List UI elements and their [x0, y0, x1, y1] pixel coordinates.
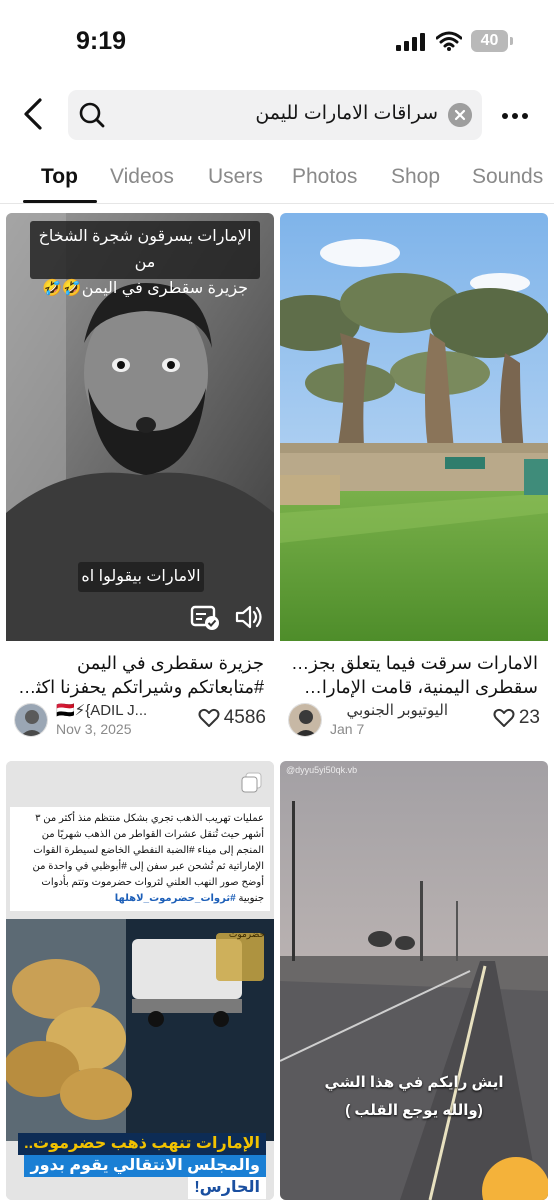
video-watermark: @dyyu5yi50qk.vb [286, 765, 358, 775]
overlay-line-1: ايش رايكم في هذا الشي [324, 1074, 504, 1091]
result-card-3[interactable]: عمليات تهريب الذهب تجري بشكل منتظم منذ أ… [6, 761, 274, 1200]
search-icon [79, 102, 105, 128]
volume-icon[interactable] [234, 603, 264, 631]
caption-line: سقطرى اليمنية، قامت الإمارات ال... [290, 677, 538, 697]
tab-shop[interactable]: Shop [391, 165, 440, 189]
status-time: 9:19 [76, 27, 127, 55]
olive-trees-image [280, 213, 548, 641]
heart-icon [198, 708, 220, 727]
video-thumbnail-4[interactable]: @dyyu5yi50qk.vb ايش رايكم في هذا الشي (و… [280, 761, 548, 1200]
result-card-1[interactable]: الإمارات يسرقون شجرة الشخاخ من جزيرة سقط… [6, 213, 274, 755]
gold-trucks-photo [6, 919, 274, 1141]
desert-road-image [280, 761, 548, 1200]
clear-search-icon[interactable] [448, 103, 472, 127]
author-avatar[interactable] [288, 703, 322, 737]
overlay-title-line-2: جزيرة سقطرى في اليمن🤣🤣 [41, 280, 249, 297]
result-caption-2[interactable]: الامارات سرقت فيما يتعلق بجزيرة سقطرى ال… [290, 651, 538, 699]
tab-photos[interactable]: Photos [292, 165, 357, 189]
video-subtitle-overlay: الامارات بيقولوا اه [78, 562, 204, 592]
caption-toggle-icon[interactable] [190, 605, 220, 631]
search-tabs: Top Videos Users Photos Shop Sounds [0, 150, 554, 204]
caption-line: #متابعاتكم وشيراتكم يحفزنا اكثر... [16, 677, 264, 697]
search-field[interactable]: سراقات الامارات لليمن [68, 90, 482, 140]
more-options-icon[interactable] [500, 104, 530, 128]
tab-users[interactable]: Users [208, 165, 263, 189]
tab-videos[interactable]: Videos [110, 165, 174, 189]
active-tab-indicator [23, 200, 97, 203]
status-bar: 9:19 40 [0, 0, 554, 84]
caption-line: جزيرة سقطرى في اليمن [76, 653, 264, 673]
like-count-value: 23 [518, 707, 540, 728]
video-title-overlay: الإمارات يسرقون شجرة الشخاخ من جزيرة سقط… [30, 221, 260, 297]
video-text-overlay: ايش رايكم في هذا الشي (والله يوجع القلب … [280, 1069, 548, 1125]
heart-icon [493, 708, 515, 727]
overlay-line-2: (والله يوجع القلب ) [345, 1102, 483, 1119]
banner-line-1: الإمارات تنهب ذهب حضرموت.. [18, 1133, 266, 1155]
post-date: Nov 3, 2025 [56, 721, 132, 737]
cellular-signal-icon [396, 33, 425, 51]
like-count[interactable]: 4586 [198, 707, 266, 729]
video-thumbnail-1[interactable]: الإمارات يسرقون شجرة الشخاخ من جزيرة سقط… [6, 213, 274, 641]
like-count[interactable]: 23 [493, 707, 540, 729]
post-date: Jan 7 [330, 721, 365, 737]
overlay-title-line-1: الإمارات يسرقون شجرة الشخاخ من [38, 228, 252, 271]
result-meta-1: 🇾🇪⚡{ADIL J... Nov 3, 2025 4586 [14, 701, 266, 741]
search-query-text[interactable]: سراقات الامارات لليمن [112, 102, 438, 125]
photo-post-thumbnail-3[interactable]: عمليات تهريب الذهب تجري بشكل منتظم منذ أ… [6, 761, 274, 1200]
result-card-2[interactable]: الامارات سرقت فيما يتعلق بجزيرة سقطرى ال… [280, 213, 548, 755]
photo-carousel-icon [241, 772, 262, 793]
battery-indicator: 40 [471, 30, 508, 52]
video-thumbnail-2[interactable] [280, 213, 548, 641]
author-name[interactable]: 🇾🇪⚡{ADIL J... [56, 701, 184, 719]
battery-tip [510, 37, 513, 45]
article-text: عمليات تهريب الذهب تجري بشكل منتظم منذ أ… [32, 813, 264, 904]
article-hashtag: #ثروات_حضرموت_لاهلها [114, 893, 236, 904]
channel-logo: حضرموت [228, 929, 266, 939]
tab-top[interactable]: Top [41, 165, 78, 189]
back-arrow-icon[interactable] [18, 96, 48, 132]
tab-sounds[interactable]: Sounds [472, 165, 543, 189]
author-name[interactable]: اليوتيوبر الجنوبي [330, 701, 448, 719]
author-avatar[interactable] [14, 703, 48, 737]
result-card-4[interactable]: @dyyu5yi50qk.vb ايش رايكم في هذا الشي (و… [280, 761, 548, 1200]
article-text-block: عمليات تهريب الذهب تجري بشكل منتظم منذ أ… [10, 807, 270, 911]
banner-line-2: والمجلس الانتقالي يقوم بدور [24, 1155, 266, 1177]
like-count-value: 4586 [223, 707, 266, 728]
result-caption-1[interactable]: جزيرة سقطرى في اليمن #متابعاتكم وشيراتكم… [16, 651, 264, 699]
result-meta-2: اليوتيوبر الجنوبي Jan 7 23 [288, 701, 540, 741]
banner-line-3: الحارس! [188, 1177, 266, 1199]
wifi-icon [436, 31, 462, 51]
caption-line: الامارات سرقت فيما يتعلق بجزيرة [290, 653, 538, 673]
